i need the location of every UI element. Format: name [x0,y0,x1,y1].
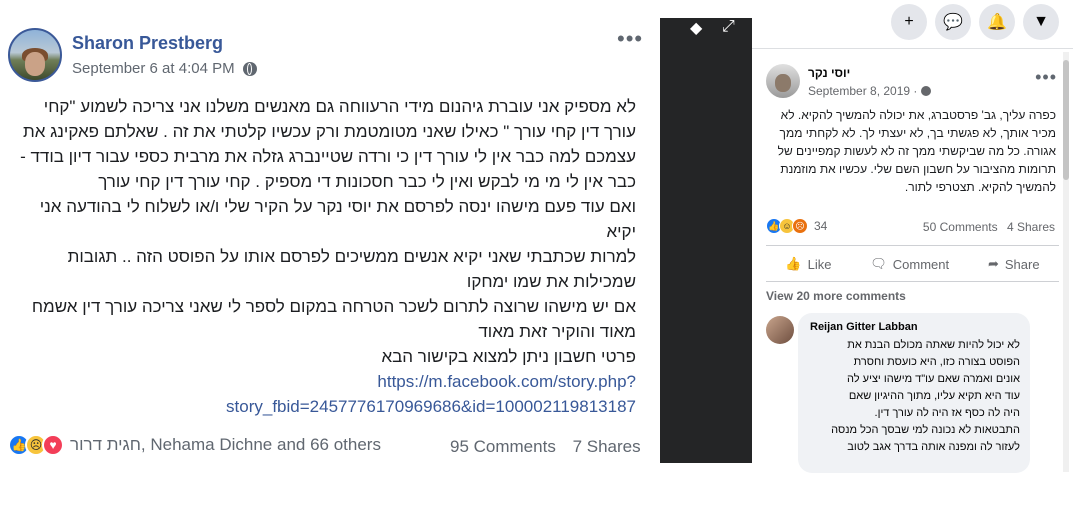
share-button[interactable]: ➦ Share [982,252,1046,276]
plus-icon[interactable]: + [891,4,927,40]
post-text-line: אם יש מישהו שרוצה לתרום לשכר הטרחה במקום… [31,297,636,316]
post-text-line: מכיר אותך, לא פגשתי בך, לא יעצתי לך. לא … [779,126,1056,140]
post-options-button[interactable]: ••• [1035,68,1057,86]
author-avatar[interactable] [766,64,800,98]
like-button[interactable]: 👍 Like [779,252,837,276]
post-text-line: פרטי חשבון ניתן למצוא בקישור הבא [381,347,636,366]
comment-text-line: עוד היא תקיא עליו, מתוך ההיגיון שאם [848,390,1020,402]
comment-text: לא יכול להיות שאתה מכולם הבנת את הפוסט ב… [808,337,1020,456]
post-body: כפרה עליך, גב' פרסטברג, את יכולה להמשיך … [766,106,1056,196]
share-label: Share [1004,256,1040,272]
commenter-avatar[interactable] [766,316,794,344]
post-link[interactable]: https://m.facebook.com/story.php? [8,369,636,394]
comment-label: Comment [892,256,950,272]
post-author-name[interactable]: יוסי נקר [808,66,850,80]
divider [766,245,1059,246]
comment-text-line: לעזור לה ומפנה אותה בדרך אגב לטוב [847,441,1020,453]
reaction-summary[interactable]: 👍 ☺ ☹ 34 [766,218,827,234]
expand-icon[interactable]: ⤢ [722,18,735,36]
tag-icon[interactable]: ◆ [690,18,702,38]
reaction-summary[interactable]: 👍 ☹ ♥ חגית דרור, Nehama Dichne and 66 ot… [8,434,381,456]
post-text-line: מאוד והוקיר זאת מאוד [478,322,636,341]
globe-icon [242,61,257,76]
divider [752,48,1073,49]
post-text-line: כפרה עליך, גב' פרסטברג, את יכולה להמשיך … [780,108,1056,122]
top-nav-icons: + 💬 🔔 ▼ [891,4,1059,40]
post-timestamp[interactable]: September 6 at 4:04 PM [72,60,235,77]
caret-down-icon[interactable]: ▼ [1023,4,1059,40]
author-avatar[interactable] [8,28,62,82]
comments-count[interactable]: 50 Comments [923,220,998,234]
engagement-counts: 95 Comments 7 Shares [450,437,641,457]
post-text-line: כבר אין לי מי מי לבקש ואין לי כבר חסכונו… [98,172,636,191]
photo-viewer-strip: ◆ ⤢ [660,18,752,463]
post-text-line: תרומות מהציבור על חשבון השם שלי. עכשיו א… [780,162,1056,176]
comment-text-line: הפוסט בצורה כזו, היא כועסת וחסרת [853,356,1020,368]
comment-text-line: היה לה כסף אז היה לה עורך דין. [874,407,1020,419]
angry-reaction-icon: ☹ [792,218,808,234]
comment-button[interactable]: 🗨 Comment [864,252,955,276]
post-body: לא מספיק אני עוברת גיהנום מידי הרעווחה ג… [8,94,636,419]
like-label: Like [807,256,832,272]
engagement-counts: 50 Comments 4 Shares [923,220,1055,234]
comment-text-line: התבטאות לא נכונה למי שבסך הכל מנסה [831,424,1020,436]
messenger-icon[interactable]: 💬 [935,4,971,40]
speech-bubble-icon: 🗨 [870,256,887,271]
comment-text-line: אונים ואמרה שאם עו"ד מישהו יציע לה [847,373,1020,385]
post-actions: 👍 Like 🗨 Comment ➦ Share [766,252,1059,276]
post-author-name[interactable]: Sharon Prestberg [72,33,223,54]
share-arrow-icon: ➦ [987,256,999,271]
avatar-face [775,74,791,92]
post-text-line: עורך דין קחי עורך " כאילו שאני מטומטמת ו… [22,122,636,141]
scrollbar-thumb[interactable] [1063,60,1069,180]
comment-bubble: Reijan Gitter Labban לא יכול להיות שאתה … [798,313,1030,473]
shares-count[interactable]: 4 Shares [1007,220,1055,234]
comments-count[interactable]: 95 Comments [450,437,556,456]
reaction-count[interactable]: 34 [814,219,827,233]
commenter-name[interactable]: Reijan Gitter Labban [810,321,918,333]
comment-text-line: לא יכול להיות שאתה מכולם הבנת את [847,339,1020,351]
divider [766,281,1059,282]
post-text-line: עצמכם למה כבר אין לי עורך דין כי ורדה שט… [20,147,636,166]
post-timestamp[interactable]: September 8, 2019 · [808,84,917,98]
post-meta: September 6 at 4:04 PM [72,60,257,77]
bell-icon[interactable]: 🔔 [979,4,1015,40]
post-link[interactable]: story_fbid=2457776170969686&id=100002119… [8,394,636,419]
post-text-line: להמשיך להקיא. תצטרפי לתור. [904,180,1056,194]
post-text-line: יקיא [606,222,636,241]
post-side-panel: + 💬 🔔 ▼ יוסי נקר September 8, 2019 · •••… [752,0,1073,510]
post-options-button[interactable]: ••• [617,28,643,50]
post-text-line: אגורה. כל מה שביקשתי ממך זה לא לעשות קמפ… [777,144,1056,158]
globe-icon [921,86,932,96]
post-text-line: למרות שכתבתי שאני יקיא אנשים ממשיכים לפר… [67,247,636,266]
thumbs-up-icon: 👍 [785,256,802,271]
post-text-line: שמכילות את שמו ימחקו [466,272,636,291]
reaction-names[interactable]: חגית דרור, Nehama Dichne and 66 others [70,435,381,455]
love-reaction-icon: ♥ [42,434,64,456]
shares-count[interactable]: 7 Shares [573,437,641,456]
view-more-comments-link[interactable]: View 20 more comments [766,289,906,303]
post-text-line: לא מספיק אני עוברת גיהנום מידי הרעווחה ג… [43,97,636,116]
avatar-face [25,52,45,76]
post-text-line: ואם עוד פעם מישהו ינסה לפרסם את יוסי נקר… [39,197,636,216]
post-meta: September 8, 2019 · [808,84,932,98]
